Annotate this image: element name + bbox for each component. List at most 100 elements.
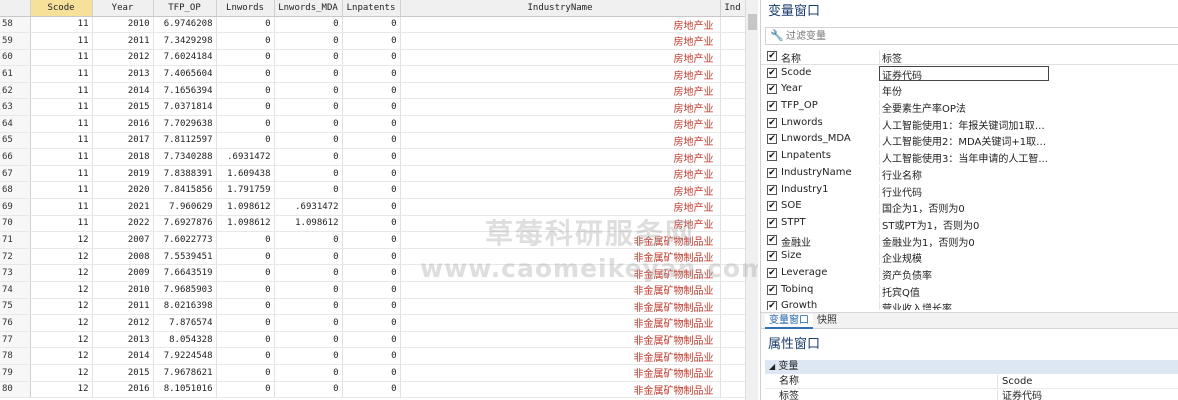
grid-cell[interactable]: 0 [274, 281, 343, 299]
grid-cell-industry[interactable]: 非金属矿物制品业 [400, 231, 721, 249]
variable-item[interactable]: ✔ IndustryName 行业名称 [761, 165, 1178, 182]
grid-cell[interactable]: 2012 [92, 314, 154, 332]
variable-visible-checkbox[interactable]: ✔ [767, 217, 777, 228]
data-table[interactable]: Scode Year TFP_OP Lnwords Lnwords_MDA Lnpaten… [0, 0, 746, 399]
grid-cell-industry[interactable]: 非金属矿物制品业 [400, 331, 721, 349]
grid-cell[interactable]: 1.609438 [216, 165, 275, 183]
grid-cell[interactable]: 11 [30, 115, 93, 133]
grid-cell[interactable]: 7.6024184 [153, 49, 217, 67]
table-row[interactable]: 61 11 2013 7.4065604 0 0 0 房地产业 [0, 65, 746, 83]
grid-cell[interactable]: 0 [342, 132, 401, 150]
grid-cell[interactable]: 0 [274, 314, 343, 332]
grid-cell[interactable] [720, 281, 746, 299]
grid-cell[interactable]: 7.0371814 [153, 98, 217, 117]
grid-cell[interactable]: .6931472 [274, 198, 343, 216]
table-row[interactable]: 59 11 2011 7.3429298 0 0 0 房地产业 [0, 32, 746, 50]
grid-cell[interactable]: 2020 [92, 181, 154, 200]
scrollbar-thumb[interactable] [748, 14, 757, 30]
grid-cell[interactable]: 11 [30, 49, 93, 67]
select-all-checkbox[interactable]: ✔ [767, 51, 777, 61]
variable-visible-checkbox[interactable]: ✔ [767, 234, 777, 245]
grid-cell[interactable]: 0 [342, 264, 401, 282]
grid-cell[interactable]: 0 [274, 381, 343, 399]
variable-item[interactable]: ✔ Growth 营业收入增长率 [761, 298, 1178, 310]
grid-cell[interactable]: 0 [342, 248, 401, 266]
table-row[interactable]: 73 12 2009 7.6643519 0 0 0 非金属矿物制品业 [0, 264, 746, 282]
grid-cell[interactable]: 0 [342, 198, 401, 216]
grid-cell[interactable]: 2010 [92, 16, 154, 34]
grid-cell[interactable]: 12 [30, 331, 93, 349]
grid-cell[interactable]: 7.1656394 [153, 82, 217, 100]
data-editor-grid[interactable]: Scode Year TFP_OP Lnwords Lnwords_MDA Lnpaten… [0, 0, 758, 400]
grid-cell[interactable]: 0 [342, 49, 401, 67]
variable-item[interactable]: ✔ SOE 国企为1，否则为0 [761, 198, 1178, 216]
properties-group-variable[interactable]: ◢ 变量 [765, 360, 1178, 374]
grid-cell[interactable]: 7.8112597 [153, 132, 217, 150]
grid-cell[interactable] [720, 132, 746, 150]
grid-cell[interactable]: 0 [342, 16, 401, 34]
grid-cell[interactable]: 2016 [92, 115, 154, 133]
grid-cell[interactable]: 2016 [92, 381, 154, 399]
grid-cell[interactable]: 12 [30, 298, 93, 316]
grid-cell[interactable]: 0 [274, 115, 343, 133]
grid-cell[interactable] [720, 115, 746, 133]
grid-cell-industry[interactable]: 房地产业 [400, 215, 721, 233]
grid-cell[interactable]: 12 [30, 264, 93, 282]
variable-visible-checkbox[interactable]: ✔ [767, 67, 777, 78]
table-row[interactable]: 76 12 2012 7.876574 0 0 0 非金属矿物制品业 [0, 314, 746, 332]
variable-visible-checkbox[interactable]: ✔ [767, 101, 777, 112]
grid-cell[interactable]: 0 [342, 314, 401, 332]
grid-cell[interactable]: 0 [216, 281, 275, 299]
grid-cell[interactable]: 0 [274, 32, 343, 50]
grid-cell[interactable]: 0 [274, 49, 343, 67]
vertical-scrollbar[interactable] [745, 0, 758, 400]
table-row[interactable]: 69 11 2021 7.960629 1.098612.6931472 0 房地产业 [0, 198, 746, 216]
grid-cell[interactable]: 0 [216, 314, 275, 332]
grid-cell-industry[interactable]: 非金属矿物制品业 [400, 364, 721, 382]
variable-visible-checkbox[interactable]: ✔ [767, 284, 777, 295]
variable-list[interactable]: ✔ 名称 标签 ✔ Scode 证券代码 ✔ Year 年份 ✔ TFP_OP 全要素生产率OP… [761, 48, 1178, 310]
grid-cell-industry[interactable]: 非金属矿物制品业 [400, 347, 721, 365]
grid-cell[interactable]: 7.8388391 [153, 165, 217, 183]
variable-item[interactable]: ✔ Year 年份 [761, 81, 1178, 99]
grid-cell[interactable]: 0 [342, 281, 401, 299]
grid-cell[interactable]: 2019 [92, 165, 154, 183]
table-row[interactable]: 66 11 2018 7.7340288.6931472 0 0 房地产业 [0, 148, 746, 166]
grid-cell[interactable]: 2011 [92, 32, 154, 50]
grid-cell[interactable]: 8.0216398 [153, 298, 217, 316]
grid-cell[interactable]: 11 [30, 98, 93, 117]
grid-cell[interactable] [720, 314, 746, 332]
grid-cell[interactable]: 0 [342, 32, 401, 50]
grid-cell[interactable]: 0 [342, 181, 401, 200]
grid-cell[interactable]: 12 [30, 314, 93, 332]
variable-filter[interactable]: 🔧 [765, 27, 1178, 45]
grid-cell[interactable]: 2009 [92, 264, 154, 282]
grid-cell[interactable]: 0 [216, 298, 275, 316]
grid-cell[interactable]: 2010 [92, 281, 154, 299]
column-header[interactable]: Lnwords_MDA [274, 0, 343, 17]
grid-cell-industry[interactable]: 房地产业 [400, 148, 721, 166]
grid-cell[interactable]: 7.7340288 [153, 148, 217, 166]
variable-item[interactable]: ✔ Lnwords 人工智能使用1：年报关键词加1取对数 [761, 115, 1178, 132]
grid-cell[interactable]: 7.8415856 [153, 181, 217, 200]
table-row[interactable]: 71 12 2007 7.6022773 0 0 0 非金属矿物制品业 [0, 231, 746, 249]
table-row[interactable]: 77 12 2013 8.054328 0 0 0 非金属矿物制品业 [0, 331, 746, 349]
grid-cell-industry[interactable]: 非金属矿物制品业 [400, 298, 721, 316]
grid-cell[interactable] [720, 49, 746, 67]
grid-cell[interactable]: 2012 [92, 49, 154, 67]
grid-cell[interactable]: 0 [274, 181, 343, 200]
grid-cell-industry[interactable]: 房地产业 [400, 98, 721, 117]
grid-cell[interactable]: 0 [342, 115, 401, 133]
grid-cell[interactable]: 0 [342, 347, 401, 365]
grid-cell[interactable]: 0 [216, 347, 275, 365]
variable-visible-checkbox[interactable]: ✔ [767, 184, 777, 195]
grid-cell[interactable]: 11 [30, 82, 93, 100]
grid-cell[interactable]: 0 [342, 165, 401, 183]
variable-visible-checkbox[interactable]: ✔ [767, 167, 777, 178]
grid-cell[interactable]: 7.7029638 [153, 115, 217, 133]
variable-visible-checkbox[interactable]: ✔ [767, 134, 777, 145]
tab-snapshot[interactable]: 快照 [813, 314, 841, 329]
grid-cell[interactable]: 0 [274, 264, 343, 282]
grid-cell[interactable]: 0 [274, 248, 343, 266]
grid-cell[interactable] [720, 347, 746, 365]
